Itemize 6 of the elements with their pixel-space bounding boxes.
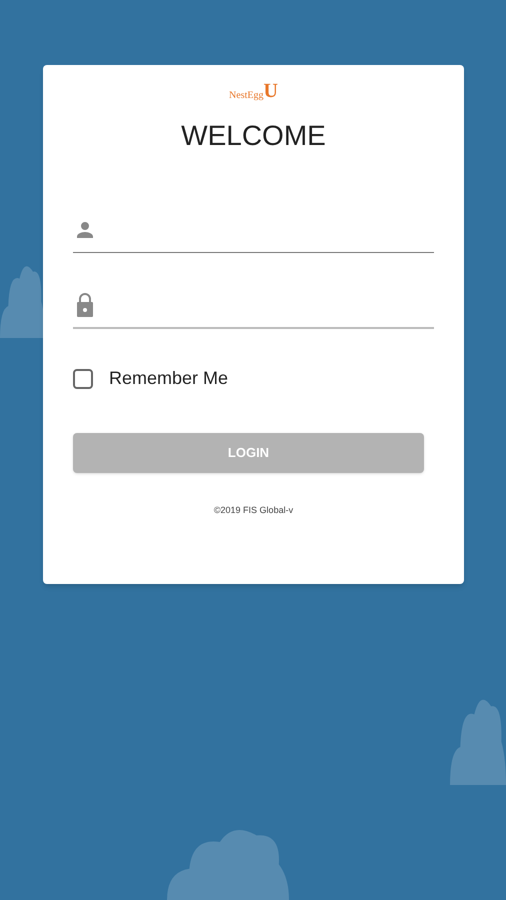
logo-wordmark: NestEgg [229,91,264,101]
remember-checkbox[interactable] [73,368,93,388]
remember-label: Remember Me [109,367,228,390]
logo-letter: U [264,81,278,101]
copyright-text: ©2019 FIS Global-v [214,504,294,517]
welcome-title: WELCOME [181,119,326,153]
